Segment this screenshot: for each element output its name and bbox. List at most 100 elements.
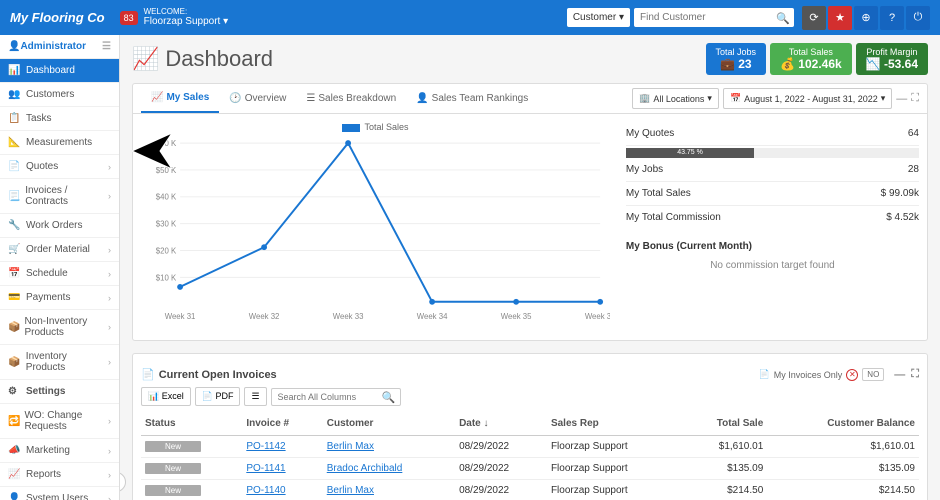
sidebar-item-inventory-products[interactable]: 📦Inventory Products› xyxy=(0,345,119,380)
power-button[interactable]: ⏻ xyxy=(906,6,930,30)
invoice-link[interactable]: PO-1140 xyxy=(246,485,285,496)
columns-button[interactable]: ☰ xyxy=(244,387,266,406)
invoice-link[interactable]: PO-1142 xyxy=(246,441,285,452)
user-icon: 👤 xyxy=(8,41,20,52)
sidebar-collapse-button[interactable]: ⟨ xyxy=(120,472,126,492)
sidebar-item-tasks[interactable]: 📋Tasks xyxy=(0,107,119,131)
svg-text:Week 33: Week 33 xyxy=(333,312,364,321)
customer-link[interactable]: Berlin Max xyxy=(327,485,374,496)
admin-header[interactable]: 👤 Administrator ☰ xyxy=(0,35,119,59)
export-pdf-button[interactable]: 📄 PDF xyxy=(195,387,241,406)
sidebar-item-system-users[interactable]: 👤System Users› xyxy=(0,487,119,500)
col-invoice-[interactable]: Invoice # xyxy=(242,412,322,436)
search-icon[interactable]: 🔍 xyxy=(776,12,790,25)
tab-icon: 📈 xyxy=(151,92,163,103)
panel-minimize-icon[interactable]: — xyxy=(896,93,907,105)
tab-sales-breakdown[interactable]: ☰Sales Breakdown xyxy=(296,85,406,112)
chevron-right-icon: › xyxy=(108,162,111,172)
nav-icon: 👥 xyxy=(8,89,22,100)
status-badge: New xyxy=(145,485,201,496)
col-total-sale[interactable]: Total Sale xyxy=(681,412,767,436)
col-sales-rep[interactable]: Sales Rep xyxy=(547,412,681,436)
user-menu[interactable]: Floorzap Support ▾ xyxy=(144,16,229,28)
nav-icon: 📦 xyxy=(8,357,22,368)
my-stats-column: My Quotes64 43.75 % My Jobs28 My Total S… xyxy=(626,122,919,332)
customer-link[interactable]: Berlin Max xyxy=(327,441,374,452)
svg-text:$20 K: $20 K xyxy=(156,246,177,255)
nav-icon: 📐 xyxy=(8,137,22,148)
table-row: NewPO-1140Berlin Max08/29/2022Floorzap S… xyxy=(141,480,919,500)
nav-icon: 📦 xyxy=(8,322,20,333)
panel-minimize-icon[interactable]: — xyxy=(894,369,905,381)
chevron-right-icon: › xyxy=(108,293,111,303)
stat-card-total-sales: Total Sales💰 102.46k xyxy=(770,43,852,75)
sidebar-item-non-inventory-products[interactable]: 📦Non-Inventory Products› xyxy=(0,310,119,345)
nav-icon: 🔁 xyxy=(8,416,20,427)
help-button[interactable]: ⊕ xyxy=(854,6,878,30)
svg-text:$60 K: $60 K xyxy=(156,139,177,148)
sidebar-item-measurements[interactable]: 📐Measurements xyxy=(0,131,119,155)
date-range-filter[interactable]: 📅 August 1, 2022 - August 31, 2022 ▾ xyxy=(723,88,892,109)
export-excel-button[interactable]: 📊 Excel xyxy=(141,387,191,406)
svg-text:Week 34: Week 34 xyxy=(417,312,448,321)
bonus-message: No commission target found xyxy=(626,260,919,271)
col-date[interactable]: Date ↓ xyxy=(455,412,547,436)
sidebar-item-wo-change-requests[interactable]: 🔁WO: Change Requests› xyxy=(0,404,119,439)
tab-icon: 🕑 xyxy=(229,93,241,104)
svg-text:$40 K: $40 K xyxy=(156,193,177,202)
customer-type-dropdown[interactable]: Customer ▾ xyxy=(567,8,630,27)
col-customer[interactable]: Customer xyxy=(323,412,455,436)
sidebar-item-reports[interactable]: 📈Reports› xyxy=(0,463,119,487)
chevron-right-icon: › xyxy=(108,269,111,279)
legend-swatch xyxy=(342,124,360,132)
nav-icon: ⚙ xyxy=(8,386,22,397)
chevron-right-icon: › xyxy=(108,446,111,456)
tab-icon: ☰ xyxy=(306,93,315,104)
nav-icon: 📋 xyxy=(8,113,22,124)
menu-icon[interactable]: ☰ xyxy=(102,41,111,52)
customer-link[interactable]: Bradoc Archibald xyxy=(327,463,403,474)
sidebar: 👤 Administrator ☰ 📊Dashboard👥Customers📋T… xyxy=(0,35,120,500)
refresh-button[interactable]: ⟳ xyxy=(802,6,826,30)
sidebar-item-schedule[interactable]: 📅Schedule› xyxy=(0,262,119,286)
favorite-button[interactable]: ★ xyxy=(828,6,852,30)
sidebar-item-work-orders[interactable]: 🔧Work Orders xyxy=(0,214,119,238)
search-icon: 🔍 xyxy=(382,391,396,404)
location-filter[interactable]: 🏢All Locations ▾ xyxy=(632,88,719,109)
nav-icon: 📃 xyxy=(8,191,21,202)
sidebar-item-customers[interactable]: 👥Customers xyxy=(0,83,119,107)
sidebar-item-order-material[interactable]: 🛒Order Material› xyxy=(0,238,119,262)
chart-area-icon: 📈 xyxy=(132,46,159,72)
invoices-title: Current Open Invoices xyxy=(159,369,277,381)
main-content: 📈 Dashboard Total Jobs💼 23Total Sales💰 1… xyxy=(120,35,940,500)
chevron-right-icon: › xyxy=(108,416,111,426)
welcome-label: WELCOME: xyxy=(144,7,229,17)
sidebar-item-dashboard[interactable]: 📊Dashboard xyxy=(0,59,119,83)
customer-search-input[interactable] xyxy=(634,8,794,27)
chevron-right-icon: › xyxy=(108,357,111,367)
status-badge: New xyxy=(145,441,201,452)
panel-expand-icon[interactable]: ⛶ xyxy=(911,368,919,381)
nav-icon: 📈 xyxy=(8,469,22,480)
tab-overview[interactable]: 🕑Overview xyxy=(219,85,296,112)
col-customer-balance[interactable]: Customer Balance xyxy=(767,412,919,436)
tab-sales-team-rankings[interactable]: 👤Sales Team Rankings xyxy=(406,85,538,112)
sales-chart: Total Sales $10 K$20 K$30 K$40 K$50 K$60… xyxy=(141,122,610,332)
svg-text:$50 K: $50 K xyxy=(156,166,177,175)
sidebar-item-settings[interactable]: ⚙Settings xyxy=(0,380,119,404)
notification-badge[interactable]: 83 xyxy=(120,11,138,25)
col-status[interactable]: Status xyxy=(141,412,242,436)
support-button[interactable]: ? xyxy=(880,6,904,30)
table-row: NewPO-1142Berlin Max08/29/2022Floorzap S… xyxy=(141,436,919,458)
tab-my-sales[interactable]: 📈My Sales xyxy=(141,84,219,113)
bonus-header: My Bonus (Current Month) xyxy=(626,241,919,252)
chevron-right-icon: › xyxy=(108,322,111,332)
invoice-link[interactable]: PO-1141 xyxy=(246,463,285,474)
panel-expand-icon[interactable]: ⛶ xyxy=(911,92,919,105)
sidebar-item-invoices-contracts[interactable]: 📃Invoices / Contracts› xyxy=(0,179,119,214)
my-invoices-toggle[interactable]: 📄 My Invoices Only ✕ NO xyxy=(759,368,885,381)
sidebar-item-quotes[interactable]: 📄Quotes› xyxy=(0,155,119,179)
sidebar-item-marketing[interactable]: 📣Marketing› xyxy=(0,439,119,463)
table-row: NewPO-1141Bradoc Archibald08/29/2022Floo… xyxy=(141,458,919,480)
sidebar-item-payments[interactable]: 💳Payments› xyxy=(0,286,119,310)
